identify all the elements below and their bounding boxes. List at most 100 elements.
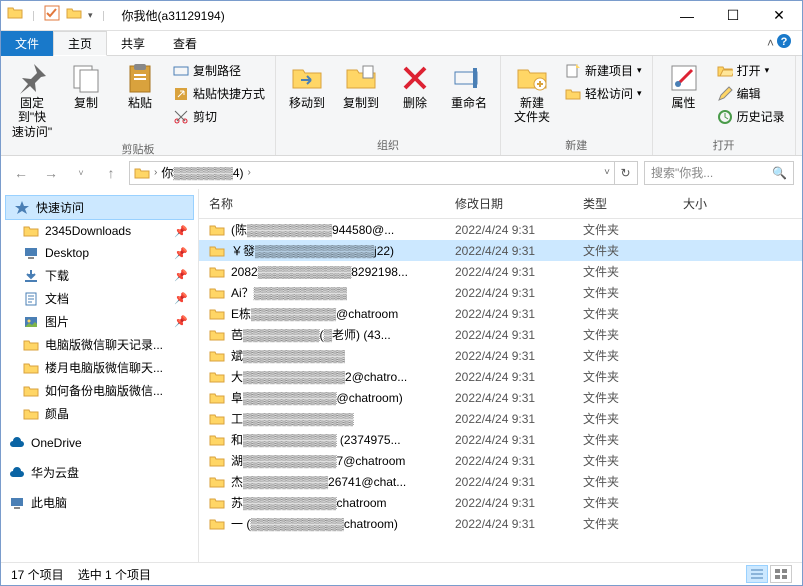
cut-button[interactable]: 剪切: [169, 106, 269, 127]
minimize-button[interactable]: —: [664, 1, 710, 31]
nav-onedrive[interactable]: OneDrive: [1, 425, 198, 454]
pin-icon: 📌: [174, 315, 188, 328]
search-input[interactable]: 搜索"你我... 🔍: [644, 161, 794, 185]
table-row[interactable]: 苏▒▒▒▒▒▒▒▒▒▒▒chatroom2022/4/24 9:31文件夹: [199, 492, 802, 513]
path-icon: [173, 63, 189, 79]
col-size[interactable]: 大小: [683, 195, 707, 212]
pin-icon: 📌: [174, 225, 188, 238]
back-button[interactable]: ←: [9, 161, 33, 185]
table-row[interactable]: 阜▒▒▒▒▒▒▒▒▒▒▒@chatroom)2022/4/24 9:31文件夹: [199, 387, 802, 408]
nav-item[interactable]: 图片📌: [1, 310, 198, 333]
properties-icon: [668, 62, 700, 94]
table-row[interactable]: 斌▒▒▒▒▒▒▒▒▒▒▒▒2022/4/24 9:31文件夹: [199, 345, 802, 366]
table-row[interactable]: Ai？▒▒▒▒▒▒▒▒▒▒▒2022/4/24 9:31文件夹: [199, 282, 802, 303]
tab-file[interactable]: 文件: [1, 31, 53, 56]
qat-dropdown[interactable]: ▾: [88, 10, 93, 21]
copyto-icon: [345, 62, 377, 94]
tab-view[interactable]: 查看: [159, 31, 211, 56]
col-type[interactable]: 类型: [583, 195, 683, 212]
nav-item[interactable]: Desktop📌: [1, 242, 198, 264]
edit-button[interactable]: 编辑: [713, 83, 789, 104]
search-icon: 🔍: [772, 166, 787, 180]
folder-icon: [209, 411, 225, 427]
nav-thispc[interactable]: 此电脑: [1, 484, 198, 514]
delete-button[interactable]: 删除: [390, 58, 440, 110]
folder-icon: [209, 306, 225, 322]
expand-ribbon-icon[interactable]: ˄: [767, 36, 774, 50]
nav-item[interactable]: 文档📌: [1, 287, 198, 310]
folder-icon: [209, 495, 225, 511]
easyaccess-button[interactable]: 轻松访问▾: [561, 83, 646, 104]
moveto-button[interactable]: 移动到: [282, 58, 332, 110]
paste-button[interactable]: 粘贴: [115, 58, 165, 110]
svg-text:?: ?: [781, 36, 788, 48]
nav-quick-access[interactable]: 快速访问: [5, 195, 194, 220]
pin-icon: [16, 62, 48, 94]
view-details-button[interactable]: [746, 565, 768, 583]
rename-button[interactable]: 重命名: [444, 58, 494, 110]
pasteshortcut-button[interactable]: 粘贴快捷方式: [169, 83, 269, 104]
col-date[interactable]: 修改日期: [455, 195, 583, 212]
nav-icon: [23, 383, 39, 399]
table-row[interactable]: 杰▒▒▒▒▒▒▒▒▒▒26741@chat...2022/4/24 9:31文件…: [199, 471, 802, 492]
nav-item[interactable]: 2345Downloads📌: [1, 220, 198, 242]
status-count: 17 个项目: [11, 566, 64, 583]
newfolder-icon: [516, 62, 548, 94]
nav-item[interactable]: 电脑版微信聊天记录...: [1, 333, 198, 356]
folder-icon: [209, 390, 225, 406]
newitem-button[interactable]: 新建项目▾: [561, 60, 646, 81]
nav-item[interactable]: 颜晶: [1, 402, 198, 425]
close-button[interactable]: ✕: [756, 1, 802, 31]
forward-button[interactable]: →: [39, 161, 63, 185]
nav-item[interactable]: 如何备份电脑版微信...: [1, 379, 198, 402]
table-row[interactable]: 大▒▒▒▒▒▒▒▒▒▒▒▒2@chatro...2022/4/24 9:31文件…: [199, 366, 802, 387]
properties-button[interactable]: 属性: [659, 58, 709, 110]
table-row[interactable]: 芭▒▒▒▒▒▒▒▒▒(▒老师) (43...2022/4/24 9:31文件夹: [199, 324, 802, 345]
copyto-button[interactable]: 复制到: [336, 58, 386, 110]
copy-button[interactable]: 复制: [61, 58, 111, 110]
window-title: 你我他(a31129194): [114, 7, 233, 24]
cloud-icon: [9, 435, 25, 451]
folder-icon: [209, 222, 225, 238]
nav-icon: [23, 337, 39, 353]
cloud-icon: [9, 465, 25, 481]
table-row[interactable]: 工▒▒▒▒▒▒▒▒▒▒▒▒▒2022/4/24 9:31文件夹: [199, 408, 802, 429]
table-row[interactable]: 和▒▒▒▒▒▒▒▒▒▒▒ (2374975...2022/4/24 9:31文件…: [199, 429, 802, 450]
nav-huawei[interactable]: 华为云盘: [1, 454, 198, 484]
nav-item[interactable]: 楼月电脑版微信聊天...: [1, 356, 198, 379]
pin-quickaccess-button[interactable]: 固定到"快 速访问": [7, 58, 57, 139]
refresh-button[interactable]: ↻: [614, 161, 638, 185]
star-icon: [14, 200, 30, 216]
tab-home[interactable]: 主页: [53, 31, 107, 56]
pc-icon: [9, 495, 25, 511]
moveto-icon: [291, 62, 323, 94]
table-row[interactable]: 一 (▒▒▒▒▒▒▒▒▒▒▒chatroom)2022/4/24 9:31文件夹: [199, 513, 802, 534]
folder-icon: [209, 327, 225, 343]
table-row[interactable]: (陈▒▒▒▒▒▒▒▒▒▒944580@...2022/4/24 9:31文件夹: [199, 219, 802, 240]
breadcrumb-dropdown[interactable]: ˅: [604, 167, 610, 178]
open-icon: [717, 63, 733, 79]
recent-dropdown[interactable]: ˅: [69, 161, 93, 185]
tab-share[interactable]: 共享: [107, 31, 159, 56]
table-row[interactable]: 湖▒▒▒▒▒▒▒▒▒▒▒7@chatroom2022/4/24 9:31文件夹: [199, 450, 802, 471]
table-row[interactable]: ￥發▒▒▒▒▒▒▒▒▒▒▒▒▒▒j22)2022/4/24 9:31文件夹: [199, 240, 802, 261]
breadcrumb-item[interactable]: 你▒▒▒▒▒▒▒4): [161, 164, 243, 181]
table-row[interactable]: E栋▒▒▒▒▒▒▒▒▒▒@chatroom2022/4/24 9:31文件夹: [199, 303, 802, 324]
help-icon[interactable]: ?: [776, 33, 792, 54]
up-button[interactable]: ↑: [99, 161, 123, 185]
nav-item[interactable]: 下载📌: [1, 264, 198, 287]
pin-icon: 📌: [174, 292, 188, 305]
breadcrumb[interactable]: › 你▒▒▒▒▒▒▒4) › ˅: [129, 161, 615, 185]
copypath-button[interactable]: 复制路径: [169, 60, 269, 81]
maximize-button[interactable]: ☐: [710, 1, 756, 31]
open-button[interactable]: 打开▾: [713, 60, 789, 81]
col-name[interactable]: 名称: [209, 195, 455, 212]
view-icons-button[interactable]: [770, 565, 792, 583]
navigation-pane[interactable]: 快速访问 2345Downloads📌Desktop📌下载📌文档📌图片📌电脑版微…: [1, 189, 199, 562]
folder-icon[interactable]: [66, 5, 82, 26]
nav-icon: [23, 223, 39, 239]
newfolder-button[interactable]: 新建 文件夹: [507, 58, 557, 125]
history-button[interactable]: 历史记录: [713, 106, 789, 127]
checkbox-icon[interactable]: [44, 5, 60, 26]
table-row[interactable]: 2082▒▒▒▒▒▒▒▒▒▒▒8292198...2022/4/24 9:31文…: [199, 261, 802, 282]
